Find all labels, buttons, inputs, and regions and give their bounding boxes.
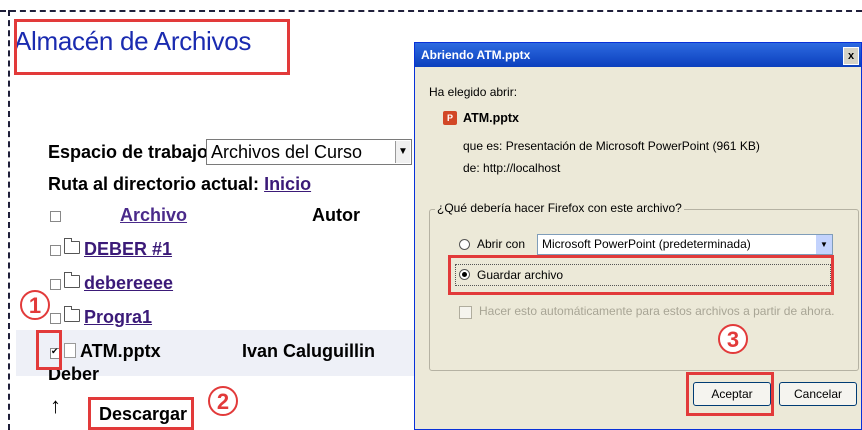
close-icon[interactable]: x [843, 47, 859, 65]
select-all-checkbox[interactable] [50, 211, 61, 222]
callout-number-1: 1 [20, 290, 50, 320]
path-label: Ruta al directorio actual: [48, 174, 260, 194]
dashed-frame-top [0, 10, 862, 12]
callout-number-3: 3 [718, 324, 748, 354]
open-with-app-value: Microsoft PowerPoint (predeterminada) [542, 237, 751, 251]
folder-link[interactable]: debereeee [84, 273, 173, 293]
table-row[interactable]: ATM.pptx [64, 341, 161, 362]
dialog-titlebar: Abriendo ATM.pptx x [415, 43, 861, 67]
cancel-button[interactable]: Cancelar [779, 382, 857, 406]
download-dialog: Abriendo ATM.pptx x Ha elegido abrir: P … [414, 42, 862, 430]
list-item[interactable]: debereeee [64, 272, 173, 294]
open-with-app-select[interactable]: Microsoft PowerPoint (predeterminada) ▼ [537, 234, 833, 255]
folder-checkbox[interactable] [50, 245, 61, 256]
dialog-intro: Ha elegido abrir: [429, 85, 518, 99]
list-item[interactable]: DEBER #1 [64, 238, 172, 260]
download-button[interactable]: Descargar [88, 397, 194, 430]
open-with-label[interactable]: Abrir con [477, 237, 525, 251]
auto-checkbox[interactable] [459, 306, 472, 319]
dialog-title: Abriendo ATM.pptx [421, 48, 531, 62]
folder-icon [64, 272, 80, 288]
file-name: ATM.pptx [80, 341, 161, 361]
callout-number-2: 2 [208, 386, 238, 416]
dialog-file-source: de: http://localhost [463, 161, 561, 175]
dialog-file-name: ATM.pptx [463, 111, 520, 125]
folder-icon [64, 306, 80, 322]
chevron-down-icon[interactable]: ▼ [395, 141, 410, 163]
breadcrumb: Ruta al directorio actual: Inicio [48, 174, 311, 195]
workspace-label: Espacio de trabajo [48, 142, 209, 162]
accept-highlight-box [686, 372, 774, 416]
folder-link[interactable]: Progra1 [84, 307, 152, 327]
open-with-radio[interactable] [459, 239, 470, 250]
auto-checkbox-label: Hacer esto automáticamente para estos ar… [479, 304, 835, 318]
list-item[interactable]: Progra1 [64, 306, 152, 328]
path-link-inicio[interactable]: Inicio [264, 174, 311, 194]
folder-link[interactable]: DEBER #1 [84, 239, 172, 259]
file-icon [64, 343, 76, 358]
checkbox-highlight-box [36, 330, 62, 370]
file-author: Ivan Caluguillin [242, 341, 376, 361]
column-header-archivo[interactable]: Archivo [120, 205, 187, 226]
folder-checkbox[interactable] [50, 313, 61, 324]
folder-checkbox[interactable] [50, 279, 61, 290]
save-option-highlight-box [448, 255, 834, 295]
action-question: ¿Qué debería hacer Firefox con este arch… [435, 201, 684, 215]
folder-icon [64, 238, 80, 254]
workspace-select-value: Archivos del Curso [211, 142, 363, 162]
chevron-down-icon[interactable]: ▼ [816, 235, 832, 254]
workspace-select[interactable]: Archivos del Curso ▼ [206, 139, 412, 165]
powerpoint-icon: P [443, 111, 457, 125]
up-arrow-icon[interactable]: ↑ [50, 393, 61, 419]
dashed-frame-left [8, 10, 10, 430]
dialog-file-type: que es: Presentación de Microsoft PowerP… [463, 139, 760, 153]
column-header-autor: Autor [312, 205, 360, 225]
title-highlight-box [14, 19, 290, 75]
